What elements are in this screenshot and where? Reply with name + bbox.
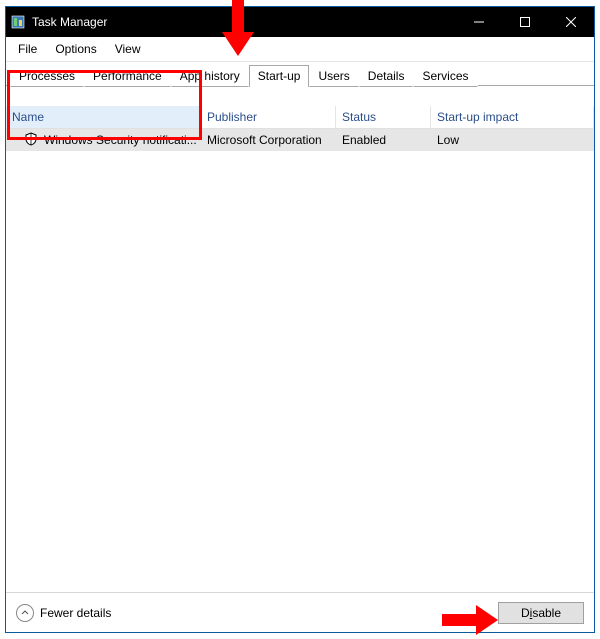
- shield-icon: [24, 132, 38, 149]
- table-row[interactable]: Windows Security notificati... Microsoft…: [6, 129, 594, 151]
- titlebar: Task Manager: [6, 7, 594, 37]
- tab-processes[interactable]: Processes: [10, 65, 84, 87]
- tab-startup[interactable]: Start-up: [249, 65, 310, 87]
- column-status[interactable]: Status: [336, 106, 431, 128]
- column-name[interactable]: Name: [6, 106, 201, 128]
- fewer-details-label: Fewer details: [40, 606, 111, 620]
- maximize-button[interactable]: [502, 7, 548, 37]
- column-startup-impact[interactable]: Start-up impact: [431, 106, 594, 128]
- tab-services[interactable]: Services: [413, 65, 477, 87]
- cell-impact: Low: [431, 131, 594, 149]
- task-manager-window: Task Manager File Options View Processes…: [5, 6, 595, 633]
- minimize-button[interactable]: [456, 7, 502, 37]
- tab-app-history[interactable]: App history: [171, 65, 249, 87]
- tab-users[interactable]: Users: [309, 65, 358, 87]
- cell-name: Windows Security notificati...: [6, 130, 201, 151]
- tab-details[interactable]: Details: [359, 65, 414, 87]
- cell-status: Enabled: [336, 131, 431, 149]
- row-name-text: Windows Security notificati...: [44, 133, 197, 147]
- menubar: File Options View: [6, 37, 594, 62]
- footer: Fewer details Disable: [6, 592, 594, 632]
- menu-options[interactable]: Options: [47, 39, 104, 59]
- column-publisher[interactable]: Publisher: [201, 106, 336, 128]
- app-icon: [10, 14, 26, 30]
- window-title: Task Manager: [32, 15, 107, 29]
- column-headers: Name Publisher Status Start-up impact: [6, 106, 594, 129]
- window-controls: [456, 7, 594, 37]
- startup-list: Name Publisher Status Start-up impact Wi…: [6, 86, 594, 592]
- disable-button[interactable]: Disable: [498, 602, 584, 624]
- fewer-details-toggle[interactable]: Fewer details: [16, 604, 111, 622]
- menu-view[interactable]: View: [107, 39, 149, 59]
- cell-publisher: Microsoft Corporation: [201, 131, 336, 149]
- close-button[interactable]: [548, 7, 594, 37]
- menu-file[interactable]: File: [10, 39, 45, 59]
- tab-performance[interactable]: Performance: [84, 65, 171, 87]
- chevron-up-icon: [16, 604, 34, 622]
- tabstrip: Processes Performance App history Start-…: [6, 64, 594, 86]
